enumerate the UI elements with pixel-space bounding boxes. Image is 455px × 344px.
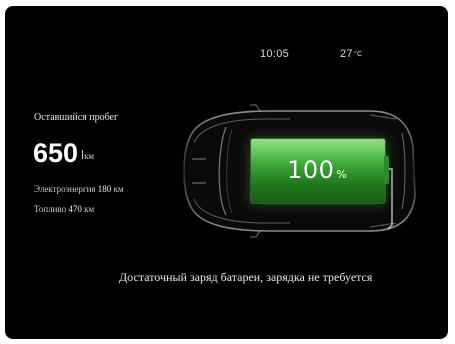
- electric-range-unit: км: [113, 184, 124, 194]
- electric-range-value: 180: [97, 184, 112, 194]
- battery-terminal: [384, 156, 389, 184]
- vehicle-display: 10:05 27°C Оставшийся пробег 650 км Элек…: [5, 6, 448, 339]
- remaining-range: 650 км: [33, 132, 94, 168]
- remaining-range-label: Оставшийся пробег: [34, 112, 119, 123]
- charge-status-message: Достаточный заряд батареи, зарядка не тр…: [119, 270, 373, 284]
- electric-range: Электроэнергия 180 км: [34, 184, 124, 194]
- fuel-range-unit: км: [84, 204, 95, 214]
- temperature-value: 27: [340, 48, 353, 60]
- battery-level-value: 100: [287, 156, 335, 184]
- screen: 10:05 27°C Оставшийся пробег 650 км Элек…: [0, 0, 455, 344]
- outside-temperature: 27°C: [340, 48, 362, 60]
- battery-level: 100%: [250, 138, 384, 202]
- remaining-range-unit: км: [84, 151, 95, 161]
- remaining-range-value: 650: [33, 138, 79, 168]
- fuel-range-label: Топливо: [34, 204, 67, 214]
- fuel-range: Топливо 470 км: [34, 204, 94, 214]
- battery-level-unit: %: [336, 167, 347, 181]
- clock: 10:05: [260, 48, 290, 60]
- fuel-range-value: 470: [68, 204, 82, 214]
- range-separator: [82, 150, 84, 159]
- temperature-unit: °C: [353, 51, 363, 58]
- electric-range-label: Электроэнергия: [34, 184, 96, 194]
